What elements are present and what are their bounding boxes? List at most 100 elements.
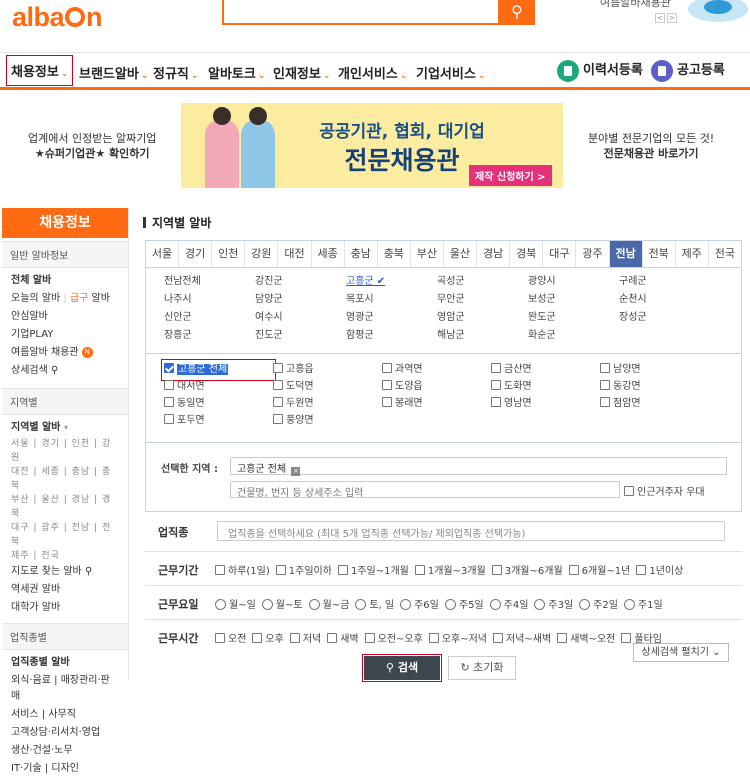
city-option[interactable]: 전남전체: [164, 274, 255, 290]
gnb-talent[interactable]: 인재정보 ⌄: [273, 63, 330, 82]
region-tab[interactable]: 세종: [312, 241, 345, 267]
town-checkbox[interactable]: 도양읍: [382, 379, 491, 395]
city-option[interactable]: 보성군: [528, 292, 619, 308]
town-checkbox[interactable]: 남양면: [600, 362, 709, 378]
checkbox-option[interactable]: 오후~저녁: [428, 630, 487, 645]
town-checkbox[interactable]: 두원면: [273, 396, 382, 412]
category-link-row[interactable]: 서비스 | 사무직: [2, 706, 128, 724]
region-tab[interactable]: 충남: [345, 241, 378, 267]
region-tab[interactable]: 충북: [378, 241, 411, 267]
region-tab[interactable]: 대전: [278, 241, 312, 267]
radio-option[interactable]: 주3일: [534, 596, 573, 611]
checkbox-option[interactable]: 1주일이하: [275, 562, 332, 577]
city-option[interactable]: 목포시: [346, 292, 437, 308]
sidebar-item-safe[interactable]: 안심알바: [2, 308, 128, 326]
sidebar-item-region[interactable]: 지역별 알바 ▾: [2, 419, 128, 437]
detail-search-toggle[interactable]: 상세검색 펼치기 ⌄: [633, 643, 729, 662]
town-checkbox[interactable]: 금산면: [491, 362, 600, 378]
city-option[interactable]: 곡성군: [437, 274, 528, 290]
resume-register-button[interactable]: 이력서등록: [557, 59, 643, 82]
sidebar-item-university[interactable]: 대학가 알바: [2, 599, 128, 617]
town-checkbox[interactable]: 영남면: [491, 396, 600, 412]
city-option[interactable]: 영암군: [437, 310, 528, 326]
town-checkbox[interactable]: 고흥군 전체: [161, 359, 276, 381]
town-checkbox[interactable]: 봉래면: [382, 396, 491, 412]
search-submit-button[interactable]: ⚲ 검색: [362, 654, 442, 682]
category-link-row[interactable]: 생산·건설·노무: [2, 742, 128, 760]
super-company-link[interactable]: 업계에서 인정받는 알짜기업 ★슈퍼기업관★ 확인하기: [28, 131, 156, 161]
city-option[interactable]: 강진군: [255, 274, 346, 290]
radio-option[interactable]: 월~일: [215, 596, 256, 611]
nearby-resident-checkbox[interactable]: 인근거주자 우대: [624, 483, 705, 498]
promo-banner[interactable]: 공공기관, 협회, 대기업 전문채용관 제작 신청하기 >: [181, 103, 563, 188]
region-link-row[interactable]: 부산 | 울산 | 경남 | 경북: [2, 493, 128, 521]
gnb-brand[interactable]: 브랜드알바 ⌄: [79, 63, 148, 82]
city-option[interactable]: 광양시: [528, 274, 619, 290]
city-option[interactable]: 장흥군: [164, 328, 255, 344]
region-tab[interactable]: 경북: [510, 241, 544, 267]
banner-cta-button[interactable]: 제작 신청하기 >: [469, 165, 552, 186]
city-option[interactable]: 고흥군 ✔: [346, 274, 437, 290]
city-option[interactable]: 함평군: [346, 328, 437, 344]
town-checkbox[interactable]: 고흥읍: [273, 362, 382, 378]
checkbox-option[interactable]: 6개월~1년: [568, 562, 630, 577]
search-input[interactable]: [222, 0, 500, 25]
checkbox-option[interactable]: 3개월~6개월: [491, 562, 563, 577]
gnb-jobs[interactable]: 채용정보 ⌄: [6, 55, 74, 86]
sidebar-item-map[interactable]: 지도로 찾는 알바 ⚲: [2, 563, 128, 581]
radio-option[interactable]: 주1일: [623, 596, 663, 611]
city-option[interactable]: 여수시: [255, 310, 346, 326]
radio-option[interactable]: 주6일: [400, 596, 439, 611]
gnb-business[interactable]: 기업서비스 ⌄: [416, 63, 485, 82]
gnb-talk[interactable]: 알바토크 ⌄: [208, 63, 265, 82]
sidebar-item-category[interactable]: 업직종별 알바: [2, 654, 128, 672]
region-link-row[interactable]: 대전 | 세종 | 충남 | 충북: [2, 465, 128, 493]
sidebar-item-summer[interactable]: 여름알바 채용관 N: [2, 344, 128, 362]
sidebar-item-all[interactable]: 전체 알바: [2, 272, 128, 290]
category-link-row[interactable]: IT·기술 | 디자인: [2, 760, 128, 778]
radio-option[interactable]: 월~금: [308, 596, 349, 611]
town-checkbox[interactable]: 도화면: [491, 379, 600, 395]
category-link-row[interactable]: 고객상담·리서치·영업: [2, 724, 128, 742]
city-option[interactable]: 나주시: [164, 292, 255, 308]
next-arrow-icon[interactable]: >: [667, 13, 677, 23]
sidebar-item-detail-search[interactable]: 상세검색 ⚲: [2, 362, 128, 380]
checkbox-option[interactable]: 1개월~3개월: [414, 562, 486, 577]
checkbox-option[interactable]: 오후: [252, 630, 284, 645]
checkbox-option[interactable]: 새벽: [327, 630, 359, 645]
radio-option[interactable]: 주5일: [444, 596, 484, 611]
city-option[interactable]: 해남군: [437, 328, 528, 344]
city-option[interactable]: 완도군: [528, 310, 619, 326]
region-tab[interactable]: 강원: [245, 241, 279, 267]
job-category-input[interactable]: 업직종을 선택하세요 (최대 5개 업직종 선택가능/ 제외업직종 선택가능): [217, 521, 725, 541]
gnb-fulltime[interactable]: 정규직 ⌄: [153, 63, 198, 82]
region-tab[interactable]: 전북: [643, 241, 676, 267]
city-option[interactable]: 신안군: [164, 310, 255, 326]
category-link-row[interactable]: 외식·음료 | 매장관리·판매: [2, 672, 128, 706]
albamon-logo[interactable]: alba n: [12, 2, 103, 33]
region-tab[interactable]: 제주: [676, 241, 709, 267]
city-option[interactable]: 무안군: [437, 292, 528, 308]
checkbox-option[interactable]: 1주일~1개월: [337, 562, 409, 577]
town-checkbox[interactable]: 과역면: [382, 362, 491, 378]
town-checkbox[interactable]: 대서면: [164, 379, 273, 395]
region-tab[interactable]: 경남: [477, 241, 511, 267]
city-option[interactable]: 순천시: [619, 292, 710, 308]
region-tab[interactable]: 광주: [576, 241, 610, 267]
region-tab[interactable]: 전남: [609, 241, 643, 267]
city-option[interactable]: 장성군: [619, 310, 710, 326]
address-input[interactable]: 건물명, 번지 등 상세주소 입력: [230, 481, 620, 499]
city-option[interactable]: 화순군: [528, 328, 619, 344]
radio-option[interactable]: 주4일: [489, 596, 528, 611]
region-tab[interactable]: 경기: [179, 241, 213, 267]
sidebar-item-station[interactable]: 역세권 알바: [2, 581, 128, 599]
checkbox-option[interactable]: 저녁: [289, 630, 321, 645]
sidebar-item-today[interactable]: 오늘의 알바 | 급구 알바: [2, 290, 128, 308]
checkbox-option[interactable]: 오전~오후: [364, 630, 423, 645]
checkbox-option[interactable]: 오전: [215, 630, 246, 645]
radio-option[interactable]: 토, 일: [355, 596, 394, 611]
region-tab[interactable]: 서울: [146, 241, 180, 267]
town-checkbox[interactable]: 동일면: [164, 396, 273, 412]
region-tab[interactable]: 인천: [212, 241, 246, 267]
prev-arrow-icon[interactable]: <: [655, 13, 665, 23]
